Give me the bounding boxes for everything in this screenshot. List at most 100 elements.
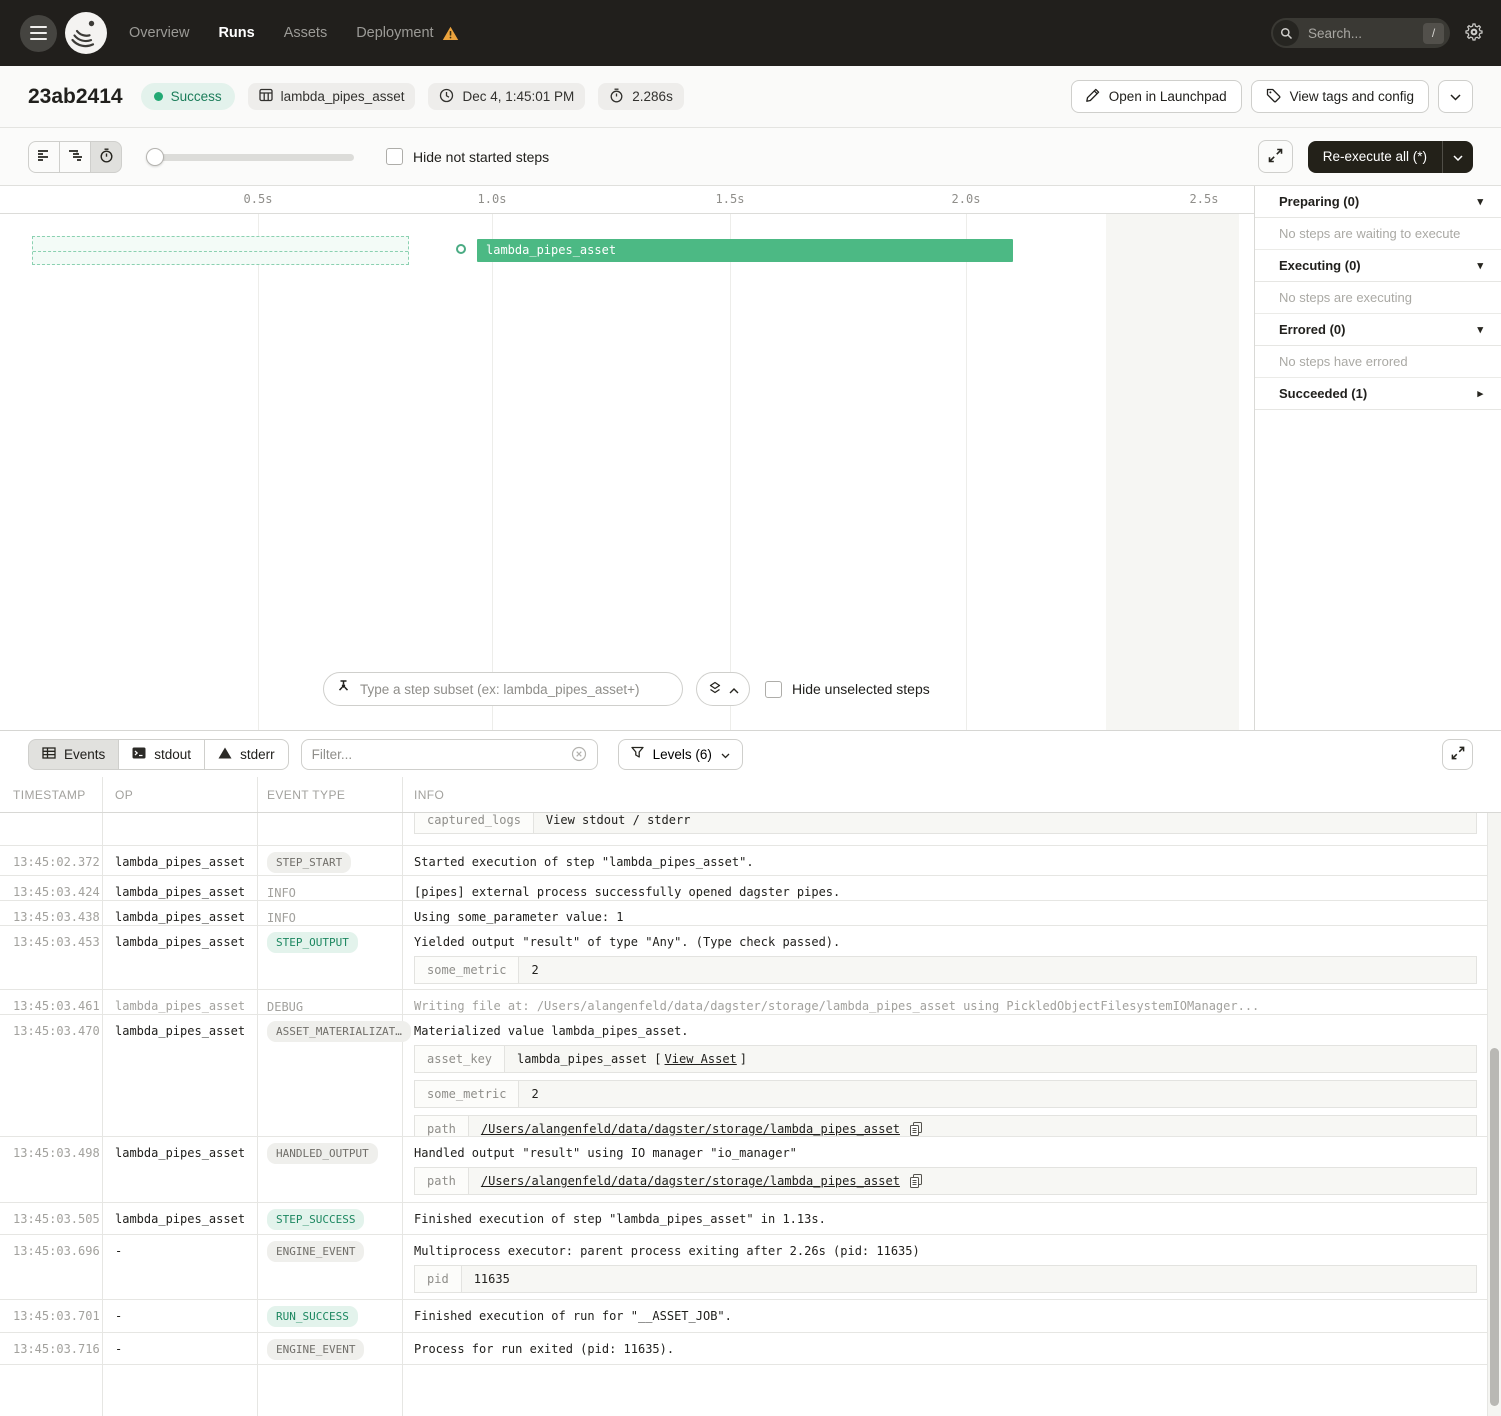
- metadata-key: path: [415, 1168, 469, 1194]
- run-more-actions-button[interactable]: [1438, 80, 1473, 113]
- event-info: [pipes] external process successfully op…: [403, 876, 1501, 900]
- nav-item-assets[interactable]: Assets: [284, 25, 328, 41]
- hide-not-started-checkbox[interactable]: [386, 148, 403, 165]
- event-message: Using some_parameter value: 1: [414, 901, 1477, 924]
- events-header: Events stdout stderr Filter...: [0, 731, 1501, 777]
- table-icon: [42, 747, 56, 762]
- event-message: Yielded output "result" of type "Any". (…: [414, 926, 1477, 949]
- nav-item-deployment[interactable]: Deployment: [356, 25, 458, 41]
- run-header: 23ab2414 Success lambda_pipes_asset Dec …: [0, 66, 1501, 128]
- copy-icon[interactable]: [910, 1174, 922, 1188]
- gantt-toolbar: Hide not started steps Re-execute all (*…: [0, 128, 1501, 186]
- gantt-fullscreen-button[interactable]: [1258, 140, 1293, 173]
- empty-cell: [403, 1365, 1501, 1416]
- gridline: [492, 214, 493, 730]
- event-timestamp: 13:45:03.424: [0, 876, 103, 900]
- open-launchpad-button[interactable]: Open in Launchpad: [1071, 80, 1242, 113]
- search-input[interactable]: Search... /: [1271, 18, 1450, 48]
- gantt-step-bar[interactable]: lambda_pipes_asset: [477, 239, 1013, 262]
- run-id: 23ab2414: [28, 85, 123, 109]
- flat-view-icon: [37, 149, 51, 164]
- step-subset-input[interactable]: Type a step subset (ex: lambda_pipes_ass…: [323, 672, 683, 706]
- event-type-badge: HANDLED_OUTPUT: [267, 1143, 378, 1164]
- copy-icon[interactable]: [910, 1122, 922, 1136]
- search-shortcut-key: /: [1423, 23, 1444, 44]
- event-message: Handled output "result" using IO manager…: [414, 1137, 1477, 1160]
- top-nav: Overview Runs Assets Deployment Search... /: [0, 0, 1501, 66]
- slider-knob[interactable]: [146, 148, 164, 166]
- sidebar-section-preparing[interactable]: Preparing (0) ▾: [1255, 186, 1501, 218]
- view-tags-config-button[interactable]: View tags and config: [1251, 80, 1429, 113]
- event-type-badge: STEP_START: [267, 852, 351, 873]
- event-row: 13:45:03.498lambda_pipes_assetHANDLED_OU…: [0, 1137, 1501, 1203]
- column-header-event-type: EVENT TYPE: [258, 777, 403, 812]
- caret-down-icon: ▾: [1477, 323, 1483, 336]
- nav-item-runs[interactable]: Runs: [218, 25, 254, 41]
- metadata-key: captured_logs: [415, 813, 534, 833]
- metadata-link[interactable]: View Asset: [665, 1052, 737, 1066]
- tab-stdout[interactable]: stdout: [118, 739, 205, 770]
- metadata-value: View stdout / stderr: [534, 813, 1476, 833]
- event-timestamp: 13:45:03.470: [0, 1015, 103, 1136]
- funnel-icon: [631, 746, 644, 762]
- caret-down-icon: ▾: [1477, 259, 1483, 272]
- warning-triangle-icon: [218, 747, 232, 762]
- event-type-badge: STEP_OUTPUT: [267, 932, 358, 953]
- clock-icon: [439, 88, 454, 106]
- metadata-text: 11635: [474, 1272, 510, 1286]
- event-type-badge: INFO: [267, 882, 296, 900]
- event-type-cell: INFO: [258, 876, 403, 900]
- event-type-cell: ENGINE_EVENT: [258, 1333, 403, 1364]
- nav-item-overview[interactable]: Overview: [129, 25, 189, 41]
- sidebar-section-title: Preparing (0): [1279, 194, 1359, 209]
- reexecute-all-button[interactable]: Re-execute all (*): [1308, 141, 1442, 173]
- event-timestamp: 13:45:03.438: [0, 901, 103, 925]
- events-scrollbar-thumb[interactable]: [1490, 1048, 1499, 1406]
- timed-view-button[interactable]: [90, 141, 122, 173]
- nav-right: Search... /: [1271, 18, 1483, 48]
- hide-unselected-label: Hide unselected steps: [792, 681, 930, 697]
- event-type-cell: RUN_SUCCESS: [258, 1300, 403, 1332]
- step-subset-placeholder: Type a step subset (ex: lambda_pipes_ass…: [360, 682, 640, 697]
- event-message: Finished execution of step "lambda_pipes…: [414, 1203, 1477, 1226]
- datetime-tag: Dec 4, 1:45:01 PM: [428, 83, 585, 110]
- waterfall-view-button[interactable]: [59, 141, 91, 173]
- clear-filter-icon[interactable]: [571, 746, 587, 762]
- sidebar-section-caption: No steps are executing: [1255, 282, 1501, 314]
- sidebar-section-succeeded[interactable]: Succeeded (1)▸: [1255, 378, 1501, 410]
- levels-filter-button[interactable]: Levels (6): [618, 739, 743, 770]
- flat-view-button[interactable]: [28, 141, 60, 173]
- event-timestamp: 13:45:03.505: [0, 1203, 103, 1234]
- empty-cell: [258, 1365, 403, 1416]
- menu-button[interactable]: [20, 15, 57, 52]
- events-scrollbar[interactable]: [1487, 813, 1501, 1416]
- dagster-logo[interactable]: [65, 12, 107, 54]
- event-info: Multiprocess executor: parent process ex…: [403, 1235, 1501, 1299]
- event-type-cell: STEP_SUCCESS: [258, 1203, 403, 1234]
- gantt-view-mode-group: [28, 141, 122, 173]
- metadata-link[interactable]: /Users/alangenfeld/data/dagster/storage/…: [481, 1174, 900, 1188]
- step-status-sidebar: Preparing (0)▾No steps are waiting to ex…: [1254, 186, 1501, 730]
- sidebar-section-executing[interactable]: Executing (0)▾: [1255, 250, 1501, 282]
- tab-events[interactable]: Events: [28, 739, 119, 770]
- metadata-value: lambda_pipes_asset [View Asset]: [505, 1046, 1476, 1072]
- metadata-key: asset_key: [415, 1046, 505, 1072]
- metadata-value: 11635: [462, 1266, 1476, 1292]
- hide-unselected-checkbox[interactable]: [765, 681, 782, 698]
- events-fullscreen-button[interactable]: [1442, 739, 1473, 770]
- status-badge: Success: [141, 83, 235, 110]
- event-op: -: [103, 1333, 258, 1364]
- log-filter-input[interactable]: Filter...: [301, 739, 598, 770]
- job-tag[interactable]: lambda_pipes_asset: [248, 83, 416, 110]
- event-row: 13:45:03.453lambda_pipes_assetSTEP_OUTPU…: [0, 926, 1501, 990]
- graph-query-toggle-button[interactable]: [696, 672, 750, 706]
- event-type-badge: STEP_SUCCESS: [267, 1209, 364, 1230]
- event-type-badge: ENGINE_EVENT: [267, 1241, 364, 1262]
- tab-stderr[interactable]: stderr: [204, 739, 289, 770]
- caret-down-icon: ▾: [1477, 195, 1483, 208]
- metadata-text: View stdout / stderr: [546, 813, 691, 827]
- reexecute-options-button[interactable]: [1442, 141, 1473, 173]
- sidebar-section-errored[interactable]: Errored (0)▾: [1255, 314, 1501, 346]
- settings-button[interactable]: [1465, 23, 1483, 44]
- metadata-link[interactable]: /Users/alangenfeld/data/dagster/storage/…: [481, 1122, 900, 1136]
